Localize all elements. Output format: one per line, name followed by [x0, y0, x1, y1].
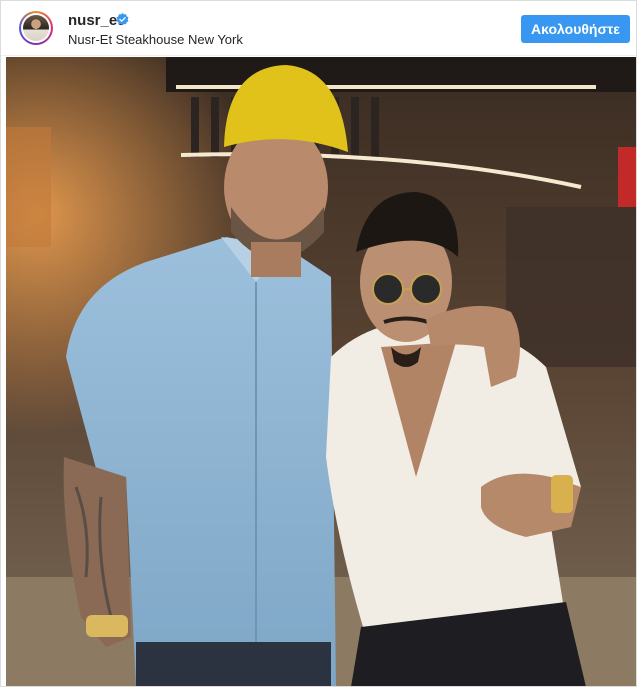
follow-button[interactable]: Ακολουθήστε [521, 15, 630, 43]
avatar-image [23, 15, 49, 41]
instagram-post: nusr_et Nusr-Et Steakhouse New York Ακολ… [0, 0, 637, 687]
post-header: nusr_et Nusr-Et Steakhouse New York Ακολ… [1, 1, 636, 56]
post-photo[interactable] [6, 57, 636, 687]
avatar[interactable] [19, 11, 53, 45]
location-link[interactable]: Nusr-Et Steakhouse New York [68, 32, 243, 47]
avatar-border [21, 13, 51, 43]
verified-badge-icon [116, 13, 129, 26]
username-link[interactable]: nusr_et [68, 12, 122, 29]
